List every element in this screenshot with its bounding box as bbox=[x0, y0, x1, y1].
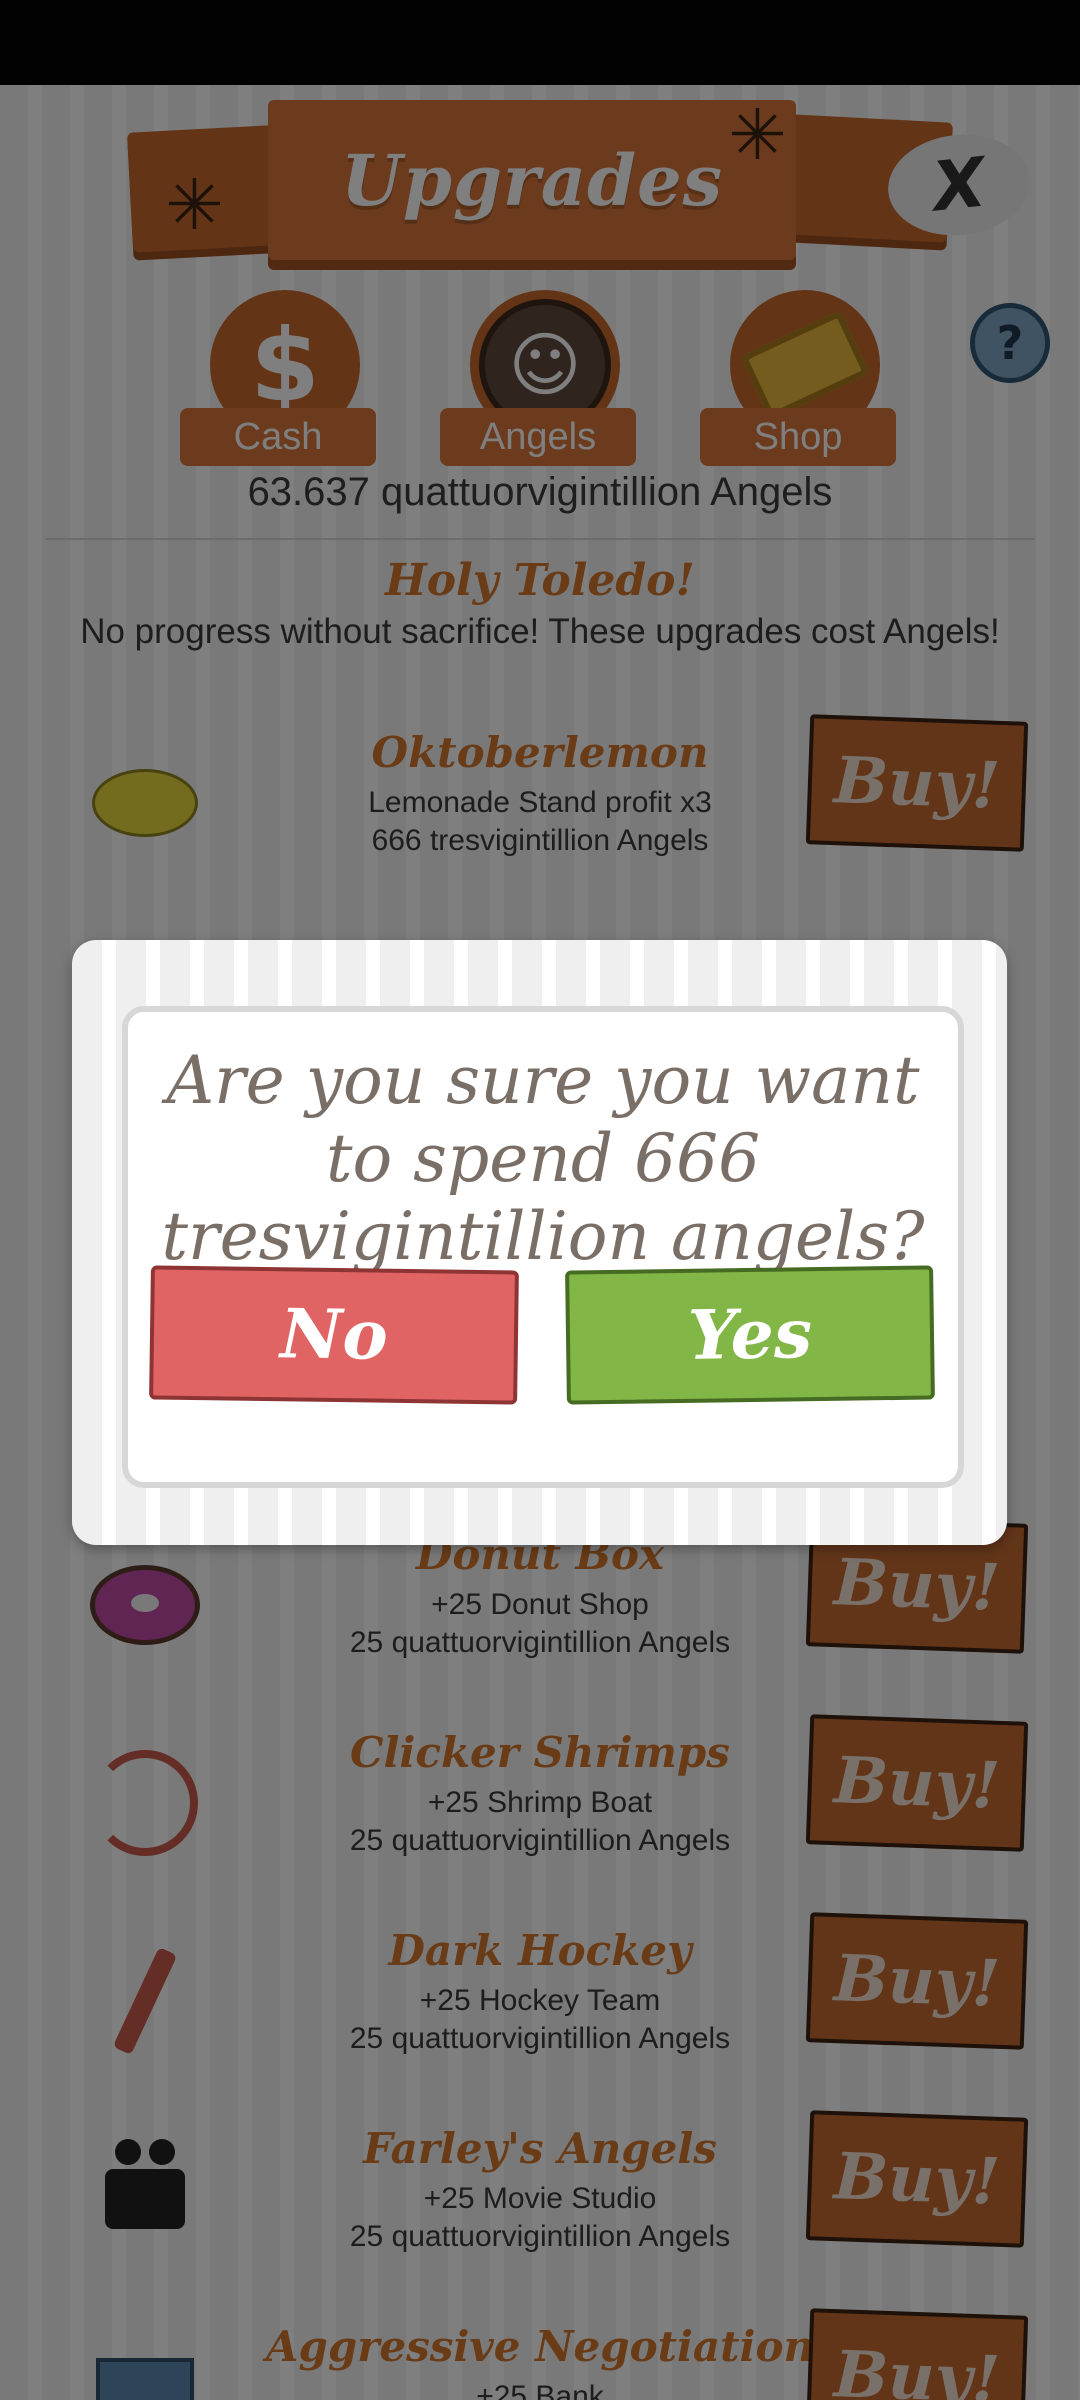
confirm-dialog: Are you sure you want to spend 666 tresv… bbox=[72, 940, 1007, 1545]
confirm-dialog-body: Are you sure you want to spend 666 tresv… bbox=[122, 1006, 964, 1488]
upgrades-screen: Upgrades ✳ ✳ X $ Cash ☺ Angels Shop ? 63… bbox=[0, 0, 1080, 2400]
no-button[interactable]: No bbox=[149, 1265, 519, 1405]
yes-button[interactable]: Yes bbox=[565, 1265, 935, 1405]
confirm-message: Are you sure you want to spend 666 tresv… bbox=[161, 1042, 925, 1275]
